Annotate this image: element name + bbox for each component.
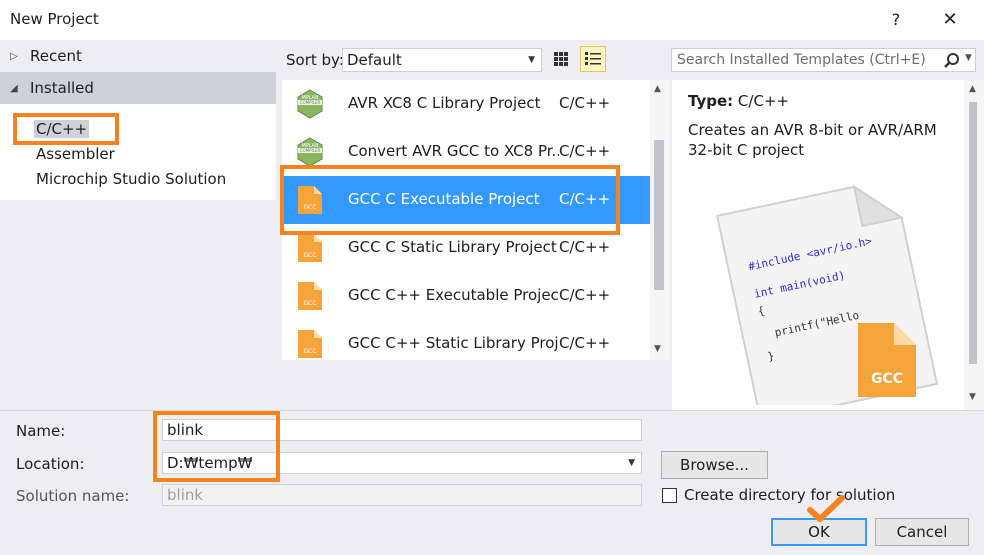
search-options-arrow-icon[interactable]: ▼: [965, 53, 972, 63]
search-templates-input[interactable]: Search Installed Templates (Ctrl+E) ▼: [671, 48, 976, 72]
details-scrollbar[interactable]: ▲ ▼: [964, 80, 984, 410]
cancel-button[interactable]: Cancel: [875, 518, 969, 546]
template-details-panel: Type: C/C++ Creates an AVR 8-bit or AVR/…: [672, 80, 964, 410]
scroll-up-icon[interactable]: ▲: [969, 84, 976, 94]
template-name: GCC C++ Static Library Project: [348, 334, 559, 352]
sort-by-label: Sort by:: [286, 51, 344, 69]
scroll-down-icon[interactable]: ▼: [654, 344, 661, 354]
location-combobox[interactable]: D:₩temp₩ ▼: [162, 452, 642, 474]
location-value: D:₩temp₩: [167, 454, 253, 472]
tree-node-label: Recent: [30, 47, 82, 65]
dropdown-arrow-icon: ▼: [528, 55, 535, 65]
help-button[interactable]: ?: [884, 8, 908, 32]
code-file-preview-icon: #include <avr/io.h> int main(void) { pri…: [715, 184, 939, 405]
template-name: Convert AVR GCC to XC8 Pr...: [348, 142, 559, 160]
mplab-compiler-icon: MPLAB COMPILER: [297, 89, 323, 119]
svg-text:GCC: GCC: [303, 348, 316, 355]
template-language: C/C++: [559, 190, 611, 208]
grid-view-icon: [554, 52, 568, 66]
gcc-file-icon: GCC: [298, 186, 322, 214]
close-button[interactable]: ✕: [938, 8, 962, 32]
template-row[interactable]: GCC GCC C Static Library Project C/C++: [282, 224, 650, 272]
template-row[interactable]: MPLAB COMPILER AVR XC8 C Library Project…: [282, 80, 650, 128]
tree-item-microchip-studio-solution[interactable]: Microchip Studio Solution: [36, 170, 226, 188]
search-placeholder: Search Installed Templates (Ctrl+E): [677, 52, 926, 68]
tree-node-recent[interactable]: ▷ Recent: [0, 40, 276, 72]
template-list: MPLAB COMPILER AVR XC8 C Library Project…: [282, 80, 650, 360]
mplab-compiler-icon: MPLAB COMPILER: [297, 137, 323, 167]
scroll-up-icon[interactable]: ▲: [654, 84, 661, 94]
sort-by-value: Default: [347, 51, 402, 69]
template-row-selected[interactable]: GCC GCC C Executable Project C/C++: [282, 176, 650, 224]
tree-item-c-cpp[interactable]: C/C++: [34, 120, 90, 138]
expand-arrow-icon[interactable]: ▷: [10, 51, 30, 62]
template-list-scrollbar[interactable]: ▲ ▼: [650, 80, 670, 360]
project-name-input[interactable]: blink: [162, 419, 642, 441]
template-type: Type: C/C++: [688, 92, 789, 110]
scrollbar-thumb[interactable]: [654, 140, 664, 290]
template-description: Creates an AVR 8-bit or AVR/ARM 32-bit C…: [688, 121, 937, 159]
tree-item-assembler[interactable]: Assembler: [36, 145, 115, 163]
title-bar: New Project ? ✕: [0, 0, 984, 40]
scrollbar-thumb[interactable]: [969, 102, 977, 364]
sort-by-dropdown[interactable]: Default ▼: [342, 48, 542, 72]
template-name: GCC C Static Library Project: [348, 238, 557, 256]
name-label: Name:: [16, 422, 66, 440]
list-view-icon: [585, 52, 601, 65]
template-name: GCC C Executable Project: [348, 190, 540, 208]
tree-node-label: Installed: [30, 79, 94, 97]
dropdown-arrow-icon[interactable]: ▼: [628, 453, 635, 473]
template-language: C/C++: [559, 94, 611, 112]
svg-text:COMPILER: COMPILER: [300, 100, 321, 105]
type-label: Type:: [688, 92, 734, 110]
collapse-arrow-icon[interactable]: ◢: [10, 83, 30, 94]
template-language: C/C++: [559, 238, 611, 256]
installed-tree-panel: C/C++ Assembler Microchip Studio Solutio…: [0, 104, 276, 200]
tree-node-installed[interactable]: ◢ Installed: [0, 72, 276, 104]
solution-name-input: blink: [162, 484, 642, 506]
gcc-file-icon: GCC: [298, 282, 322, 310]
checkmark-icon: [807, 495, 845, 522]
dialog-title: New Project: [10, 10, 99, 28]
list-view-button[interactable]: [580, 46, 606, 72]
create-directory-label[interactable]: Create directory for solution: [684, 486, 895, 504]
template-row[interactable]: GCC GCC C++ Executable Project C/C++: [282, 272, 650, 320]
svg-text:COMPILER: COMPILER: [300, 148, 321, 153]
svg-text:GCC: GCC: [303, 204, 316, 211]
type-value: C/C++: [737, 92, 790, 110]
grid-view-button[interactable]: [548, 46, 574, 72]
location-label: Location:: [16, 455, 85, 473]
create-directory-checkbox[interactable]: [662, 488, 677, 503]
solution-name-label: Solution name:: [16, 487, 130, 505]
template-language: C/C++: [559, 286, 611, 304]
template-row[interactable]: GCC GCC C++ Static Library Project C/C++: [282, 320, 650, 360]
scroll-down-icon[interactable]: ▼: [969, 392, 976, 402]
svg-text:GCC: GCC: [303, 300, 316, 307]
search-icon[interactable]: [942, 51, 962, 71]
template-language: C/C++: [559, 142, 611, 160]
gcc-badge: GCC: [871, 371, 903, 387]
template-language: C/C++: [559, 334, 611, 352]
template-row[interactable]: MPLAB COMPILER Convert AVR GCC to XC8 Pr…: [282, 128, 650, 176]
template-name: AVR XC8 C Library Project: [348, 94, 541, 112]
gcc-file-icon: GCC: [298, 234, 322, 262]
gcc-file-icon: GCC: [298, 330, 322, 358]
svg-text:GCC: GCC: [303, 252, 316, 259]
template-name: GCC C++ Executable Project: [348, 286, 559, 304]
browse-button[interactable]: Browse...: [661, 451, 768, 479]
